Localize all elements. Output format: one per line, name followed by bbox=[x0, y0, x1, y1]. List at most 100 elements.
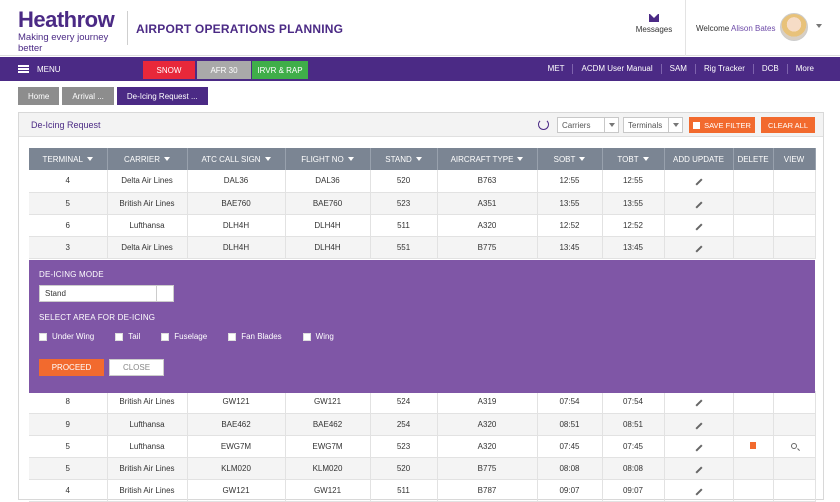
cell-carrier: Delta Air Lines bbox=[107, 236, 188, 259]
cell-atc-call-sign: DLH4H bbox=[187, 214, 286, 237]
checkbox-under-wing[interactable]: Under Wing bbox=[39, 332, 94, 341]
checkbox-wing[interactable]: Wing bbox=[302, 332, 334, 341]
chevron-down-icon[interactable] bbox=[816, 24, 822, 28]
table-header-row: TERMINAL CARRIER ATC CALL SIGN FLIGHT NO… bbox=[29, 148, 816, 170]
col-header-label: CARRIER bbox=[123, 154, 160, 164]
save-filter-button[interactable]: SAVE FILTER bbox=[689, 117, 755, 133]
pencil-icon[interactable] bbox=[694, 244, 703, 253]
col-header-terminal[interactable]: TERMINAL bbox=[29, 148, 108, 170]
checkbox-label: Tail bbox=[128, 332, 141, 341]
sort-down-icon bbox=[642, 157, 649, 162]
breadcrumb-arrival[interactable]: Arrival ... bbox=[62, 87, 114, 105]
snow-button[interactable]: SNOW bbox=[143, 61, 195, 79]
table-row[interactable]: 5 British Air Lines KLM020 KLM020 520 B7… bbox=[29, 457, 816, 480]
cell-stand: 523 bbox=[370, 435, 438, 458]
cell-delete bbox=[733, 391, 774, 414]
cell-delete[interactable] bbox=[733, 435, 774, 458]
clear-all-button[interactable]: CLEAR ALL bbox=[761, 117, 815, 133]
cell-add-update[interactable] bbox=[664, 192, 734, 215]
refresh-icon[interactable] bbox=[538, 119, 549, 130]
checkbox-fan-blades[interactable]: Fan Blades bbox=[228, 332, 282, 341]
table-row[interactable]: 3 Delta Air Lines DLH4H DLH4H 551 B775 1… bbox=[29, 236, 816, 259]
irvr-rap-button[interactable]: IRVR & RAP bbox=[252, 61, 308, 79]
checkbox-tail[interactable]: Tail bbox=[115, 332, 140, 341]
cell-add-update[interactable] bbox=[664, 170, 734, 193]
cell-terminal: 5 bbox=[29, 457, 108, 480]
nav-link-dcb[interactable]: DCB bbox=[752, 64, 787, 74]
cell-add-update[interactable] bbox=[664, 479, 734, 502]
user-name[interactable]: Alison Bates bbox=[731, 24, 775, 33]
table-row[interactable]: 4 Delta Air Lines DAL36 DAL36 520 B763 1… bbox=[29, 170, 816, 193]
cell-atc-call-sign: BAE462 bbox=[187, 413, 286, 436]
cell-tobt: 13:45 bbox=[602, 236, 665, 259]
carriers-select-value: Carriers bbox=[562, 120, 591, 130]
deicing-mode-select[interactable]: Stand bbox=[39, 285, 174, 302]
checkbox-fuselage[interactable]: Fuselage bbox=[161, 332, 207, 341]
search-icon[interactable] bbox=[791, 442, 797, 449]
menu-button[interactable]: MENU bbox=[18, 57, 61, 81]
col-header-stand[interactable]: STAND bbox=[370, 148, 438, 170]
checkbox-box[interactable] bbox=[115, 332, 124, 341]
cell-view bbox=[773, 457, 816, 480]
nav-link-acdm-user-manual[interactable]: ACDM User Manual bbox=[572, 64, 660, 74]
table-row[interactable]: 4 British Air Lines GW121 GW121 511 B787… bbox=[29, 479, 816, 502]
col-header-sobt[interactable]: SOBT bbox=[537, 148, 603, 170]
nav-link-sam[interactable]: SAM bbox=[660, 64, 695, 74]
main-navbar: MENU SNOW AFR 30 IRVR & RAP MET ACDM Use… bbox=[0, 57, 840, 81]
welcome-text: Welcome Alison Bates bbox=[696, 24, 775, 33]
pencil-icon[interactable] bbox=[694, 465, 703, 474]
pencil-icon[interactable] bbox=[694, 399, 703, 407]
close-button[interactable]: CLOSE bbox=[109, 359, 164, 376]
pencil-icon[interactable] bbox=[694, 421, 703, 430]
cell-view bbox=[773, 170, 816, 193]
checkbox-box[interactable] bbox=[161, 332, 170, 341]
table-row[interactable]: 8 British Air Lines GW121 GW121 524 A319… bbox=[29, 391, 816, 414]
cell-add-update[interactable] bbox=[664, 214, 734, 237]
checkbox-box[interactable] bbox=[39, 332, 47, 341]
messages-button[interactable]: Messages bbox=[630, 14, 678, 34]
table-row[interactable]: 9 Lufthansa BAE462 BAE462 254 A320 08:51… bbox=[29, 413, 816, 436]
pencil-icon[interactable] bbox=[694, 487, 703, 496]
col-header-atc-call-sign[interactable]: ATC CALL SIGN bbox=[187, 148, 286, 170]
cell-add-update[interactable] bbox=[664, 391, 734, 414]
breadcrumb-home[interactable]: Home bbox=[18, 87, 60, 105]
cell-aircraft-type: B787 bbox=[437, 479, 538, 502]
col-header-aircraft-type[interactable]: AIRCRAFT TYPE bbox=[437, 148, 538, 170]
table-row[interactable]: 5 British Air Lines BAE760 BAE760 523 A3… bbox=[29, 192, 816, 215]
trash-icon[interactable] bbox=[750, 441, 756, 449]
cell-add-update[interactable] bbox=[664, 457, 734, 480]
col-header-carrier[interactable]: CARRIER bbox=[107, 148, 188, 170]
cell-add-update[interactable] bbox=[664, 236, 734, 259]
nav-link-met[interactable]: MET bbox=[540, 64, 573, 74]
col-header-tobt[interactable]: TOBT bbox=[602, 148, 665, 170]
cell-view bbox=[773, 413, 816, 436]
afr-button[interactable]: AFR 30 bbox=[197, 61, 251, 79]
carriers-select[interactable]: Carriers bbox=[557, 117, 619, 133]
pencil-icon[interactable] bbox=[694, 200, 703, 209]
pencil-icon[interactable] bbox=[694, 178, 703, 186]
table-row[interactable]: 6 Lufthansa DLH4H DLH4H 511 A320 12:52 1… bbox=[29, 214, 816, 237]
save-filter-label: SAVE FILTER bbox=[704, 120, 751, 130]
cell-flight-no: DAL36 bbox=[285, 170, 371, 193]
breadcrumb-deicing-request[interactable]: De-Icing Request ... bbox=[116, 87, 208, 105]
cell-sobt: 08:08 bbox=[537, 457, 603, 480]
cell-sobt: 08:51 bbox=[537, 413, 603, 436]
checkbox-box[interactable] bbox=[228, 332, 237, 341]
proceed-button[interactable]: PROCEED bbox=[39, 359, 104, 376]
cell-add-update[interactable] bbox=[664, 435, 734, 458]
user-avatar[interactable] bbox=[780, 13, 808, 41]
pencil-icon[interactable] bbox=[694, 222, 703, 231]
nav-link-rig-tracker[interactable]: Rig Tracker bbox=[694, 64, 753, 74]
terminals-select[interactable]: Terminals bbox=[623, 117, 683, 133]
heathrow-logo[interactable]: Heathrow Making every journey better bbox=[18, 8, 128, 55]
cell-view[interactable] bbox=[773, 435, 816, 458]
cell-add-update[interactable] bbox=[664, 413, 734, 436]
nav-link-more[interactable]: More bbox=[786, 64, 822, 74]
col-header-flight-no[interactable]: FLIGHT NO bbox=[285, 148, 371, 170]
pencil-icon[interactable] bbox=[694, 443, 703, 452]
checkbox-box[interactable] bbox=[302, 332, 311, 341]
table-row[interactable]: 5 Lufthansa EWG7M EWG7M 523 A320 07:45 0… bbox=[29, 435, 816, 458]
cell-sobt: 07:54 bbox=[537, 391, 603, 414]
cell-delete bbox=[733, 214, 774, 237]
col-header-label: STAND bbox=[385, 154, 412, 164]
